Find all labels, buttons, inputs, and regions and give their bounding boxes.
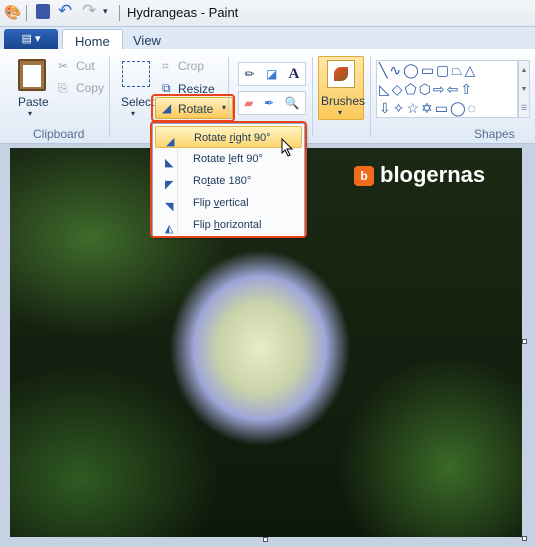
paint-app-icon[interactable]: 🎨 [4,4,21,21]
cut-button[interactable]: Cut [76,59,95,73]
tab-home[interactable]: Home [62,29,123,51]
select-button[interactable]: Select [121,95,154,109]
blogernas-logo-icon: b [354,166,374,186]
copy-button[interactable]: Copy [76,81,104,95]
crop-icon: ⌗ [162,59,169,73]
mouse-cursor-icon [281,138,294,157]
resize-handle-corner[interactable] [522,536,527,541]
shapes-scrollbar[interactable]: ▲ ▼ ☰ [518,60,530,118]
file-menu-button[interactable]: ▤ ▾ [4,29,58,49]
pencil-icon[interactable]: ✏ [245,67,255,81]
color-picker-icon[interactable]: ✒ [264,96,274,110]
clipboard-group-label: Clipboard [33,127,85,141]
resize-handle-right[interactable] [522,339,527,344]
tab-view[interactable]: View [121,29,173,51]
copy-icon: ⎘ [58,81,68,95]
undo-icon[interactable]: ↶ [58,1,72,21]
brush-icon [327,60,355,88]
crop-button[interactable]: Crop [178,59,204,73]
shapes-gallery[interactable]: ╲∿◯▭▢⏢△ ◺◇⬠⬡⇨⇦⇧ ⇩✧☆✡▭◯◌ [376,60,518,118]
paste-button[interactable]: Paste [18,95,49,109]
rotate-highlight-outline [151,94,235,122]
text-icon[interactable]: A [289,66,300,83]
watermark-text: blogernas [380,162,486,187]
title-bar: 🎨 ↶ ↷ ▾ Hydrangeas - Paint [0,0,535,26]
tools-row-2: ▰ ✒ 🔍 [238,91,306,115]
fill-icon[interactable]: ◪ [266,67,277,81]
window-title: Hydrangeas - Paint [127,5,239,20]
scissors-icon: ✂ [58,59,69,73]
paste-icon [18,59,46,91]
save-icon[interactable] [36,4,50,19]
brushes-button[interactable]: Brushes ▾ [318,56,365,120]
tools-row-1: ✏ ◪ A [238,62,306,86]
customize-toolbar-icon[interactable]: ▾ [103,6,108,17]
magnifier-icon[interactable]: 🔍 [285,96,300,110]
resize-handle-bottom[interactable] [263,537,268,542]
eraser-icon[interactable]: ▰ [244,96,253,110]
select-icon [122,61,150,87]
shapes-group-label: Shapes [474,127,515,141]
ribbon-tabs: ▤ ▾ Home View [0,26,535,51]
redo-icon[interactable]: ↷ [82,1,96,21]
